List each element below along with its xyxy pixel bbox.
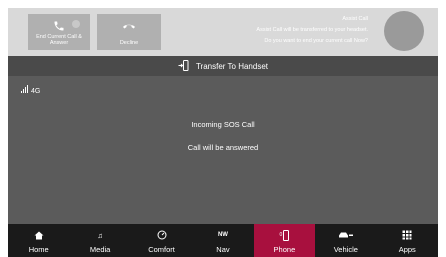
nav-label: Nav [216,245,230,254]
transfer-to-handset-label: Transfer To Handset [195,61,269,71]
nav-vehicle-button[interactable]: Vehicle [315,224,376,257]
signal-indicator: 4G [21,85,40,95]
music-note-icon: ♫ [97,230,103,240]
nav-apps-button[interactable]: Apps [377,224,438,257]
call-swap-icon [72,20,80,28]
nav-label: Vehicle [333,245,358,254]
network-type-label: 4G [31,88,41,95]
sos-call-screen: End Current Call & Answer Decline Assist… [0,0,446,257]
nav-phone-button[interactable]: 0 Phone [253,224,316,257]
decline-button[interactable]: Decline [97,14,161,50]
compass-heading: NW [217,232,228,238]
nav-label: Home [28,245,49,254]
signal-strength-icon [21,85,29,95]
nav-nav-button[interactable]: NW Nav [192,224,253,257]
transfer-to-handset-button[interactable]: Transfer To Handset [8,56,438,76]
end-current-call-label: End Current Call & Answer [36,34,82,46]
incoming-sos-call-title: Incoming SOS Call [191,120,255,129]
nav-home-button[interactable]: Home [8,224,69,257]
car-icon [315,227,376,243]
handset-transfer-icon [178,59,190,73]
phone-icon [28,19,90,33]
grid-icon [377,227,438,243]
call-status-panel: 4G Incoming SOS Call Call will be answer… [8,76,438,224]
assist-call-message: Assist Call Assist Call will be transfer… [168,14,368,47]
compass-icon: NW [192,227,253,243]
phone-badge: 0 [279,232,283,238]
nav-label: Phone [273,245,296,254]
decline-label: Decline [119,40,139,46]
nav-label: Apps [398,245,416,254]
home-icon [8,227,69,243]
nav-comfort-button[interactable]: Comfort [131,224,192,257]
nav-label: Comfort [148,245,175,254]
assist-call-title: Assist Call [342,16,368,22]
call-will-be-answered-text: Call will be answered [187,143,259,152]
assist-call-line-1: Assist Call will be transferred to your … [256,27,368,33]
nav-media-button[interactable]: ♫ Media [69,224,130,257]
nav-label: Media [89,245,111,254]
call-action-bar: End Current Call & Answer Decline Assist… [8,8,438,56]
phone-icon: 0 [254,227,315,243]
hang-up-icon [97,19,161,33]
end-current-call-and-answer-button[interactable]: End Current Call & Answer [28,14,90,50]
bottom-navigation-bar: Home ♫ Media Comfort NW Nav 0 Phone Vehi… [8,224,438,257]
caller-avatar [384,11,424,51]
climate-icon [131,227,192,243]
assist-call-line-2: Do you want to end your current call Now… [264,38,368,44]
